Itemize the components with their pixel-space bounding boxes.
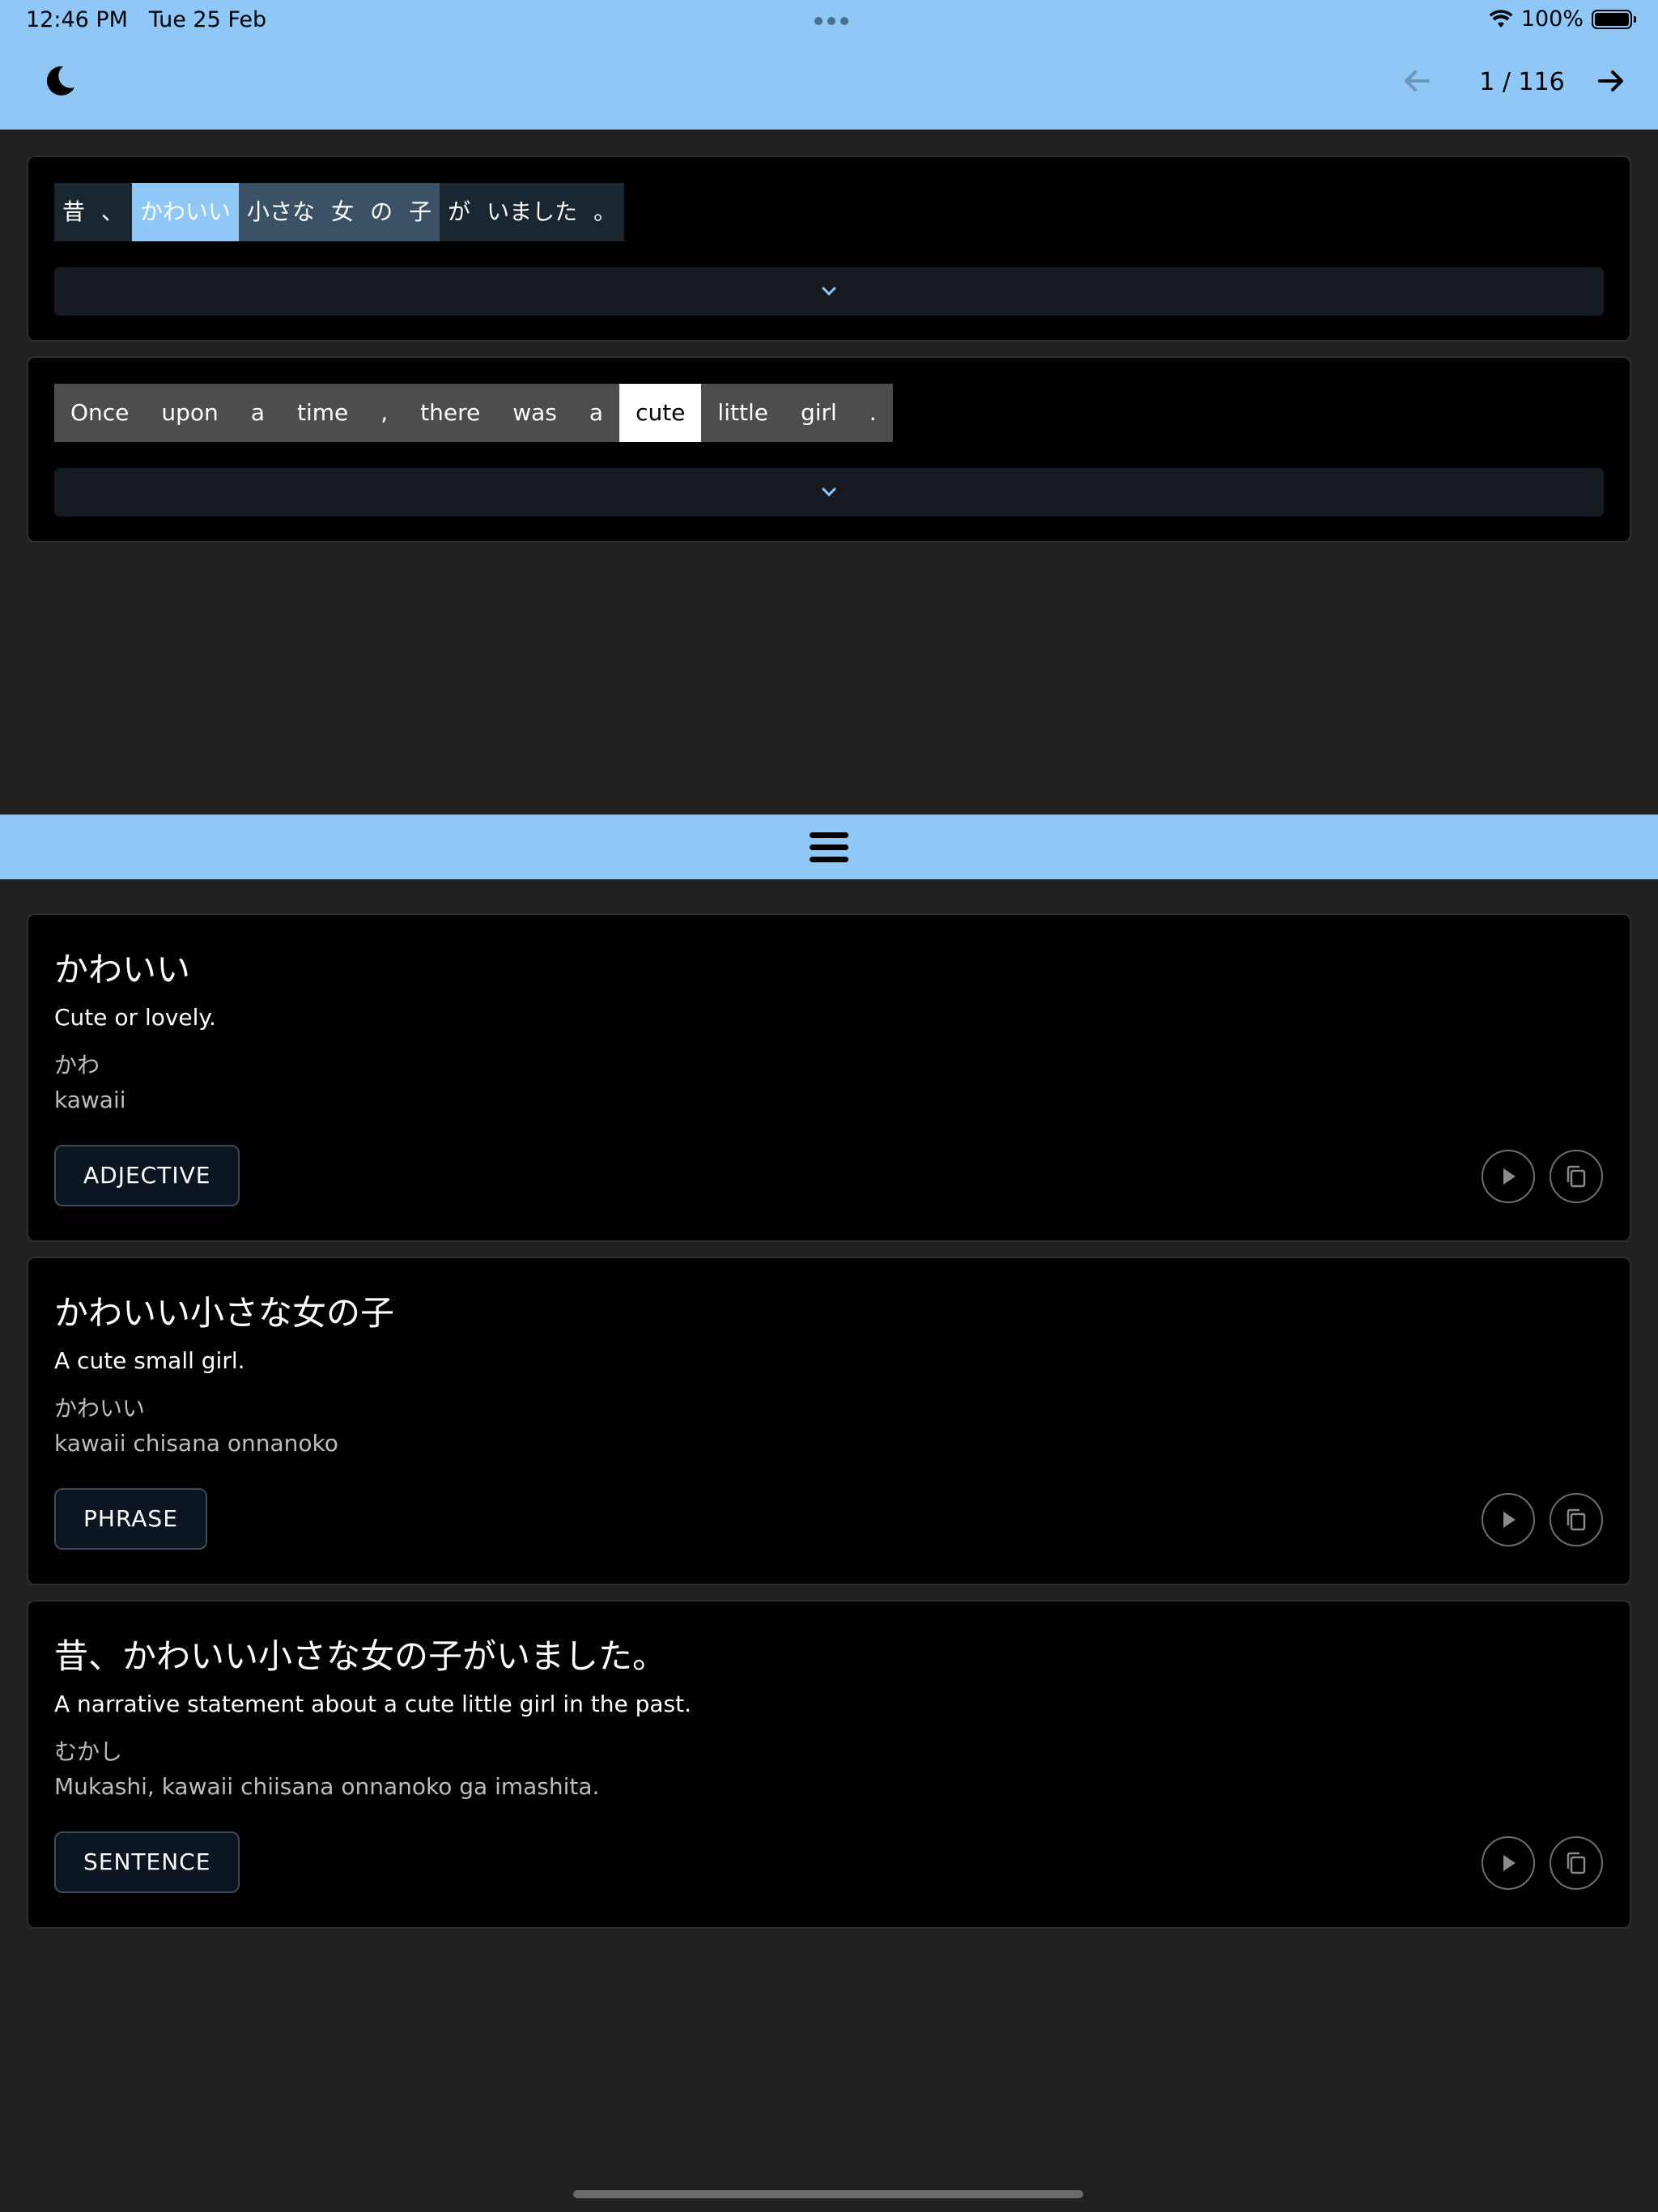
definition-meaning: Cute or lovely. <box>54 1004 216 1031</box>
definition-romaji: Mukashi, kawaii chiisana onnanoko ga ima… <box>54 1773 600 1800</box>
token[interactable]: . <box>852 384 893 442</box>
panel-divider-handle[interactable] <box>0 815 1658 879</box>
token[interactable]: かわいい <box>132 183 240 241</box>
token[interactable]: little <box>701 384 784 442</box>
status-time: 12:46 PM Tue 25 Feb <box>26 7 266 32</box>
copy-button[interactable] <box>1550 1836 1603 1890</box>
token[interactable]: a <box>572 384 620 442</box>
prev-page-button[interactable] <box>1401 65 1441 105</box>
token[interactable]: upon <box>145 384 235 442</box>
english-sentence-card: Once upon a time, there was a cute little girl. <box>27 356 1631 542</box>
token[interactable]: Once <box>54 384 146 442</box>
copy-button[interactable] <box>1550 1150 1603 1203</box>
token[interactable]: 小さな <box>239 183 324 241</box>
token[interactable]: いました <box>478 183 586 241</box>
status-date: Tue 25 Feb <box>148 7 267 32</box>
definition-romaji: kawaii chisana onnanoko <box>54 1430 338 1457</box>
japanese-sentence-card: 昔、かわいい 小さな女の子がいました。 <box>27 155 1631 342</box>
token[interactable]: time <box>280 384 365 442</box>
play-icon <box>1503 1855 1516 1871</box>
next-page-button[interactable] <box>1595 65 1635 105</box>
arrow-left-icon <box>1405 70 1430 91</box>
token[interactable]: 昔 <box>54 183 94 241</box>
expand-japanese-button[interactable] <box>54 267 1604 316</box>
chevron-down-icon <box>822 287 836 296</box>
token[interactable]: girl <box>784 384 853 442</box>
battery-percent: 100% <box>1520 6 1584 32</box>
japanese-token-row: 昔、かわいい 小さな女の子がいました。 <box>54 183 625 241</box>
token[interactable]: 、 <box>93 183 133 241</box>
definition-title: かわいい <box>54 950 191 989</box>
token[interactable]: was <box>496 384 573 442</box>
status-right: 100% <box>1489 6 1636 32</box>
definition-card: かわいい小さな女の子 A cute small girl. かわいい kawai… <box>27 1257 1631 1585</box>
copy-icon <box>1567 1508 1586 1531</box>
copy-icon <box>1567 1852 1586 1874</box>
english-token-row: Once upon a time, there was a cute little girl. <box>54 384 893 442</box>
part-of-speech-button[interactable]: PHRASE <box>54 1488 207 1550</box>
wifi-icon <box>1489 9 1513 28</box>
token[interactable]: の <box>362 183 402 241</box>
arrow-right-icon <box>1598 70 1623 91</box>
chevron-down-icon <box>822 487 836 497</box>
copy-icon <box>1567 1165 1586 1188</box>
moon-icon <box>46 66 74 96</box>
play-icon <box>1503 1168 1516 1185</box>
token[interactable]: , <box>364 384 405 442</box>
page-counter: 1 / 116 <box>1479 68 1565 96</box>
definition-kana: かわいい <box>54 1395 146 1422</box>
definition-title: かわいい小さな女の子 <box>54 1293 395 1333</box>
hamburger-icon <box>810 826 848 869</box>
battery-icon <box>1592 9 1636 29</box>
definition-kana: かわ <box>54 1052 100 1078</box>
token[interactable]: there <box>404 384 497 442</box>
definition-meaning: A narrative statement about a cute littl… <box>54 1691 691 1717</box>
token[interactable]: 子 <box>401 183 440 241</box>
token[interactable]: 。 <box>585 183 625 241</box>
multitasking-dots[interactable] <box>812 13 851 28</box>
play-audio-button[interactable] <box>1482 1493 1535 1546</box>
part-of-speech-button[interactable]: SENTENCE <box>54 1831 240 1893</box>
home-indicator[interactable] <box>573 2190 1083 2198</box>
part-of-speech-button[interactable]: ADJECTIVE <box>54 1145 240 1206</box>
play-icon <box>1503 1512 1516 1528</box>
token[interactable]: a <box>234 384 281 442</box>
token[interactable]: が <box>440 183 479 241</box>
token[interactable]: cute <box>619 384 702 442</box>
definition-card: かわいい Cute or lovely. かわ kawaii ADJECTIVE <box>27 913 1631 1242</box>
definition-card: 昔、かわいい小さな女の子がいました。 A narrative statement… <box>27 1600 1631 1929</box>
play-audio-button[interactable] <box>1482 1150 1535 1203</box>
definition-romaji: kawaii <box>54 1087 126 1113</box>
play-audio-button[interactable] <box>1482 1836 1535 1890</box>
theme-toggle-button[interactable] <box>42 63 89 105</box>
token[interactable]: 女 <box>323 183 363 241</box>
copy-button[interactable] <box>1550 1493 1603 1546</box>
definition-title: 昔、かわいい小さな女の子がいました。 <box>54 1636 667 1676</box>
expand-english-button[interactable] <box>54 468 1604 517</box>
status-clock: 12:46 PM <box>26 7 128 32</box>
definition-meaning: A cute small girl. <box>54 1347 245 1374</box>
definition-kana: むかし <box>54 1738 123 1765</box>
